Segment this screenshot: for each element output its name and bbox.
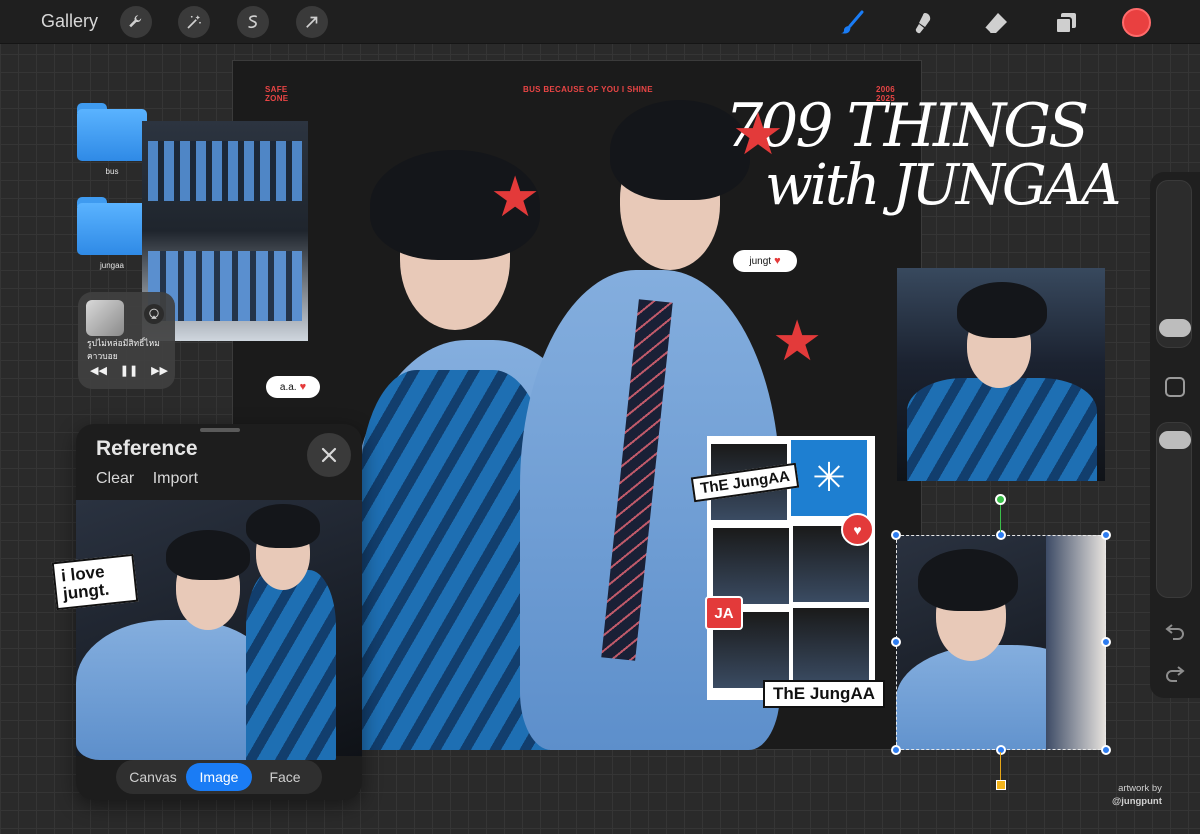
layers-icon[interactable] xyxy=(1049,6,1083,40)
rotation-handle[interactable] xyxy=(995,494,1006,505)
transform-handle[interactable] xyxy=(1101,637,1111,647)
reference-mode-segmented-control: Canvas Image Face xyxy=(116,760,322,794)
clear-button[interactable]: Clear xyxy=(96,470,134,487)
fast-forward-icon[interactable]: ▶▶ xyxy=(151,364,168,377)
rewind-icon[interactable]: ◀◀ xyxy=(90,364,107,377)
folder-bus[interactable] xyxy=(77,103,147,161)
song-title: รูปไม่หล่อมีสิทธิ์ไหม คาวบอย xyxy=(87,338,160,361)
transform-handle[interactable] xyxy=(891,530,901,540)
transform-handle[interactable] xyxy=(996,530,1006,540)
right-sidebar xyxy=(1150,172,1200,698)
stage-photo-top[interactable] xyxy=(897,268,1105,481)
headline-line1: 709 THINGS xyxy=(725,91,1089,161)
close-icon[interactable] xyxy=(307,433,351,477)
pause-icon[interactable]: ❚❚ xyxy=(120,364,138,377)
import-button[interactable]: Import xyxy=(153,470,198,487)
heart-icon: ♥ xyxy=(299,381,307,393)
star-decoration: ★ xyxy=(490,165,541,228)
star-decoration: ★ xyxy=(772,309,823,372)
gallery-button[interactable]: Gallery xyxy=(41,11,98,32)
tab-face[interactable]: Face xyxy=(252,763,318,791)
transform-bounding-box[interactable] xyxy=(896,535,1106,750)
artwork-credit: artwork by @jungpunt xyxy=(1112,782,1162,808)
rotation-stem xyxy=(1000,502,1001,532)
transform-handle[interactable] xyxy=(996,745,1006,755)
move-arrow-icon[interactable] xyxy=(296,6,328,38)
airplay-icon[interactable] xyxy=(144,304,164,324)
snowflake-icon: ✳ xyxy=(791,440,867,516)
the-jungaa-sticker-bottom: ThE JungAA xyxy=(763,680,885,708)
board-subtitle: BUS BECAUSE OF YOU I SHINE xyxy=(523,85,653,94)
color-picker-button[interactable] xyxy=(1122,8,1151,37)
warp-stem xyxy=(1000,752,1001,782)
transform-handle[interactable] xyxy=(1101,745,1111,755)
top-toolbar: Gallery xyxy=(0,0,1200,44)
heart-icon: ♥ xyxy=(774,255,781,267)
reference-panel[interactable]: Reference Clear Import Canvas Image Face xyxy=(76,424,362,800)
tab-canvas[interactable]: Canvas xyxy=(120,763,186,791)
magic-wand-icon[interactable] xyxy=(178,6,210,38)
bubble-text: jungt xyxy=(749,255,772,267)
album-art xyxy=(86,300,124,336)
bubble-text: a.a. xyxy=(279,381,297,393)
wrench-icon[interactable] xyxy=(120,6,152,38)
warp-handle[interactable] xyxy=(996,780,1006,790)
redo-icon[interactable] xyxy=(1163,660,1187,684)
ja-badge: JA xyxy=(705,596,743,630)
folder-jungaa[interactable] xyxy=(77,197,147,255)
transform-handle[interactable] xyxy=(1101,530,1111,540)
smudge-icon[interactable] xyxy=(906,6,940,40)
safe-zone-label: SAFE ZONE xyxy=(265,85,289,103)
credit-line1: artwork by xyxy=(1118,783,1162,794)
reference-title: Reference xyxy=(96,437,198,460)
transform-handle[interactable] xyxy=(891,745,901,755)
reference-image[interactable] xyxy=(76,500,362,760)
brush-size-knob[interactable] xyxy=(1159,319,1191,337)
undo-icon[interactable] xyxy=(1163,618,1187,642)
star-decoration: ★ xyxy=(732,102,784,167)
panel-drag-handle[interactable] xyxy=(200,428,240,432)
opacity-knob[interactable] xyxy=(1159,431,1191,449)
folder-label: jungaa xyxy=(99,261,125,270)
headline-line2: with JUNGAA xyxy=(765,153,1121,218)
transform-handle[interactable] xyxy=(891,637,901,647)
aa-speech-bubble: a.a. ♥ xyxy=(266,376,320,398)
brush-icon[interactable] xyxy=(835,6,869,40)
modify-square-icon[interactable] xyxy=(1165,377,1185,397)
jungt-speech-bubble: jungt ♥ xyxy=(733,250,797,272)
tab-image[interactable]: Image xyxy=(186,763,252,791)
eraser-icon[interactable] xyxy=(978,6,1012,40)
folder-label: bus xyxy=(105,167,119,176)
headline: 709 THINGS with JUNGAA xyxy=(725,91,1121,218)
heart-button-sticker: ♥ xyxy=(841,513,874,546)
credit-handle: @jungpunt xyxy=(1112,796,1162,807)
opacity-slider[interactable] xyxy=(1156,422,1192,598)
now-playing-widget[interactable]: รูปไม่หล่อมีสิทธิ์ไหม คาวบอย ◀◀ ❚❚ ▶▶ xyxy=(78,292,175,389)
brush-size-slider[interactable] xyxy=(1156,180,1192,348)
i-love-jungt-sticker: i love jungt. xyxy=(51,553,139,611)
selection-icon[interactable] xyxy=(237,6,269,38)
